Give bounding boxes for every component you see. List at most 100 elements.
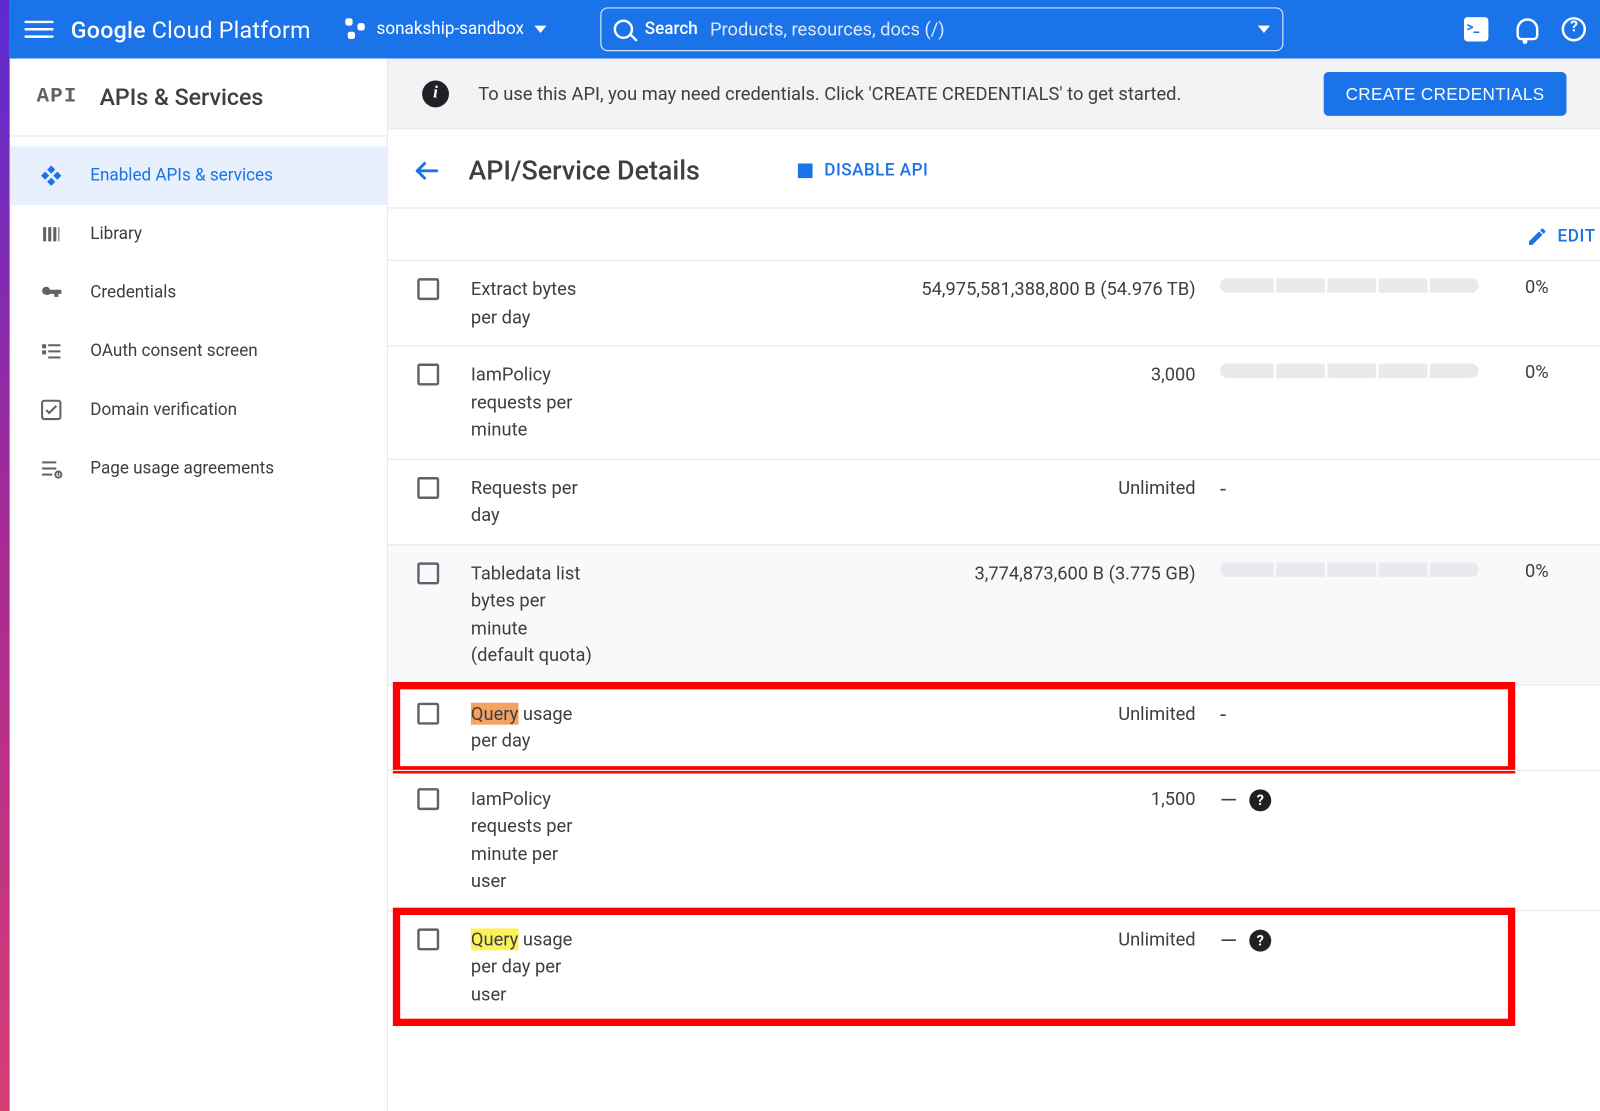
sidebar-item-oauth-consent-screen[interactable]: OAuth consent screen xyxy=(10,322,387,381)
row-checkbox[interactable] xyxy=(417,278,439,300)
sidebar-item-credentials[interactable]: Credentials xyxy=(10,264,387,323)
quota-usage xyxy=(1220,361,1525,378)
quota-usage xyxy=(1220,276,1525,293)
quota-percent: 0% xyxy=(1525,276,1586,298)
quota-row: Tabledata list bytes per minute (default… xyxy=(388,544,1600,684)
search-chevron-down-icon xyxy=(1257,26,1269,33)
search-icon xyxy=(613,20,633,40)
project-name: sonakship-sandbox xyxy=(377,20,524,40)
create-credentials-button[interactable]: CREATE CREDENTIALS xyxy=(1324,71,1567,115)
sidebar-item-library[interactable]: Library xyxy=(10,205,387,264)
sidebar-item-label: Enabled APIs & services xyxy=(90,166,273,186)
sidebar-item-label: OAuth consent screen xyxy=(90,342,257,362)
usage-bar xyxy=(1220,364,1479,379)
quota-limit: 54,975,581,388,800 B (54.976 TB) xyxy=(878,276,1220,303)
row-checkbox[interactable] xyxy=(417,476,439,498)
back-arrow-icon[interactable] xyxy=(410,154,444,188)
quota-limit: Unlimited xyxy=(878,474,1220,501)
library-icon xyxy=(39,222,63,246)
key-icon xyxy=(39,281,63,305)
quota-name: Extract bytes per day xyxy=(471,276,593,331)
usage-bar xyxy=(1220,562,1479,577)
sidebar-item-page-usage-agreements[interactable]: Page usage agreements xyxy=(10,439,387,498)
edit-quotas-button[interactable]: EDIT xyxy=(1526,226,1600,248)
quota-name: IamPolicy requests per minute per user xyxy=(471,785,593,895)
search-label: Search xyxy=(645,20,698,40)
disable-api-label: DISABLE API xyxy=(824,161,928,181)
left-accent-bar xyxy=(0,0,10,1111)
row-checkbox[interactable] xyxy=(417,928,439,950)
usage-dash: — xyxy=(1220,928,1237,954)
notifications-icon[interactable] xyxy=(1513,17,1537,41)
help-icon[interactable] xyxy=(1562,17,1586,41)
sidebar-item-label: Credentials xyxy=(90,283,176,303)
quota-name: Requests per day xyxy=(471,474,593,529)
sidebar-item-label: Library xyxy=(90,224,142,244)
diamond-icon xyxy=(39,163,63,187)
quota-percent: 0% xyxy=(1525,559,1586,581)
sidebar-nav: Enabled APIs & services Library Credential… xyxy=(10,137,387,498)
sidebar: API APIs & Services Enabled APIs & servi… xyxy=(10,59,388,1111)
edit-row: EDIT xyxy=(388,209,1600,260)
usage-bar xyxy=(1220,278,1479,293)
credentials-banner: i To use this API, you may need credenti… xyxy=(388,59,1600,130)
page-title: API/Service Details xyxy=(468,156,699,187)
quota-usage: - xyxy=(1220,474,1525,502)
quota-row: Query usage per day Unlimited- xyxy=(388,684,1600,769)
search-placeholder: Products, resources, docs (/) xyxy=(710,18,945,40)
project-picker[interactable]: sonakship-sandbox xyxy=(345,18,546,40)
help-badge-icon[interactable]: ? xyxy=(1249,789,1271,811)
quota-row: IamPolicy requests per minute 3,000 0% xyxy=(388,345,1600,458)
quota-usage: —? xyxy=(1220,925,1525,953)
row-checkbox[interactable] xyxy=(417,702,439,724)
brand-logo[interactable]: Google Cloud Platform xyxy=(71,15,311,43)
api-logo-icon: API xyxy=(37,85,78,108)
check-icon xyxy=(39,398,63,422)
sidebar-header: API APIs & Services xyxy=(10,59,387,137)
edit-label: EDIT xyxy=(1558,227,1596,247)
quota-name: Query usage per day xyxy=(471,700,593,755)
chevron-down-icon xyxy=(534,26,546,33)
quota-usage xyxy=(1220,559,1525,576)
sidebar-item-label: Page usage agreements xyxy=(90,459,274,479)
banner-text: To use this API, you may need credential… xyxy=(478,82,1181,104)
cloud-shell-icon[interactable] xyxy=(1464,17,1488,41)
sidebar-item-domain-verification[interactable]: Domain verification xyxy=(10,381,387,440)
row-checkbox[interactable] xyxy=(417,364,439,386)
hamburger-menu-icon[interactable] xyxy=(24,15,53,44)
sidebar-item-enabled-apis-services[interactable]: Enabled APIs & services xyxy=(10,146,387,205)
quota-table: Extract bytes per day 54,975,581,388,800 … xyxy=(388,260,1600,1023)
quota-row: Extract bytes per day 54,975,581,388,800 … xyxy=(388,260,1600,345)
stop-icon xyxy=(797,163,812,178)
page-header: API/Service Details DISABLE API xyxy=(388,129,1600,208)
brand-word-2: Cloud Platform xyxy=(152,15,311,43)
quota-limit: 1,500 xyxy=(878,785,1220,812)
sidebar-item-label: Domain verification xyxy=(90,400,237,420)
quota-limit: Unlimited xyxy=(878,700,1220,727)
help-badge-icon[interactable]: ? xyxy=(1249,930,1271,952)
quota-row: IamPolicy requests per minute per user 1,… xyxy=(388,769,1600,909)
sidebar-title: APIs & Services xyxy=(100,83,264,111)
main-content: i To use this API, you may need credenti… xyxy=(388,59,1600,1111)
quota-usage: - xyxy=(1220,700,1525,728)
row-checkbox[interactable] xyxy=(417,562,439,584)
pencil-icon xyxy=(1526,226,1548,248)
quota-name: Query usage per day per user xyxy=(471,925,593,1007)
usage-dash: — xyxy=(1220,788,1237,814)
quota-limit: 3,774,873,600 B (3.775 GB) xyxy=(878,559,1220,586)
project-icon xyxy=(345,18,367,40)
quota-percent: 0% xyxy=(1525,361,1586,383)
quota-limit: Unlimited xyxy=(878,925,1220,952)
quota-row: Query usage per day per user Unlimited—? xyxy=(388,910,1600,1023)
quota-name: IamPolicy requests per minute xyxy=(471,361,593,443)
agree-icon xyxy=(39,456,63,480)
quota-limit: 3,000 xyxy=(878,361,1220,388)
topbar-actions xyxy=(1464,17,1586,41)
quota-usage: —? xyxy=(1220,785,1525,813)
search-box[interactable]: Search Products, resources, docs (/) xyxy=(600,7,1283,51)
row-checkbox[interactable] xyxy=(417,788,439,810)
usage-dash: - xyxy=(1220,702,1226,728)
quota-name: Tabledata list bytes per minute (default… xyxy=(471,559,593,669)
disable-api-button[interactable]: DISABLE API xyxy=(797,161,928,181)
top-bar: Google Cloud Platform sonakship-sandbox … xyxy=(10,0,1600,59)
